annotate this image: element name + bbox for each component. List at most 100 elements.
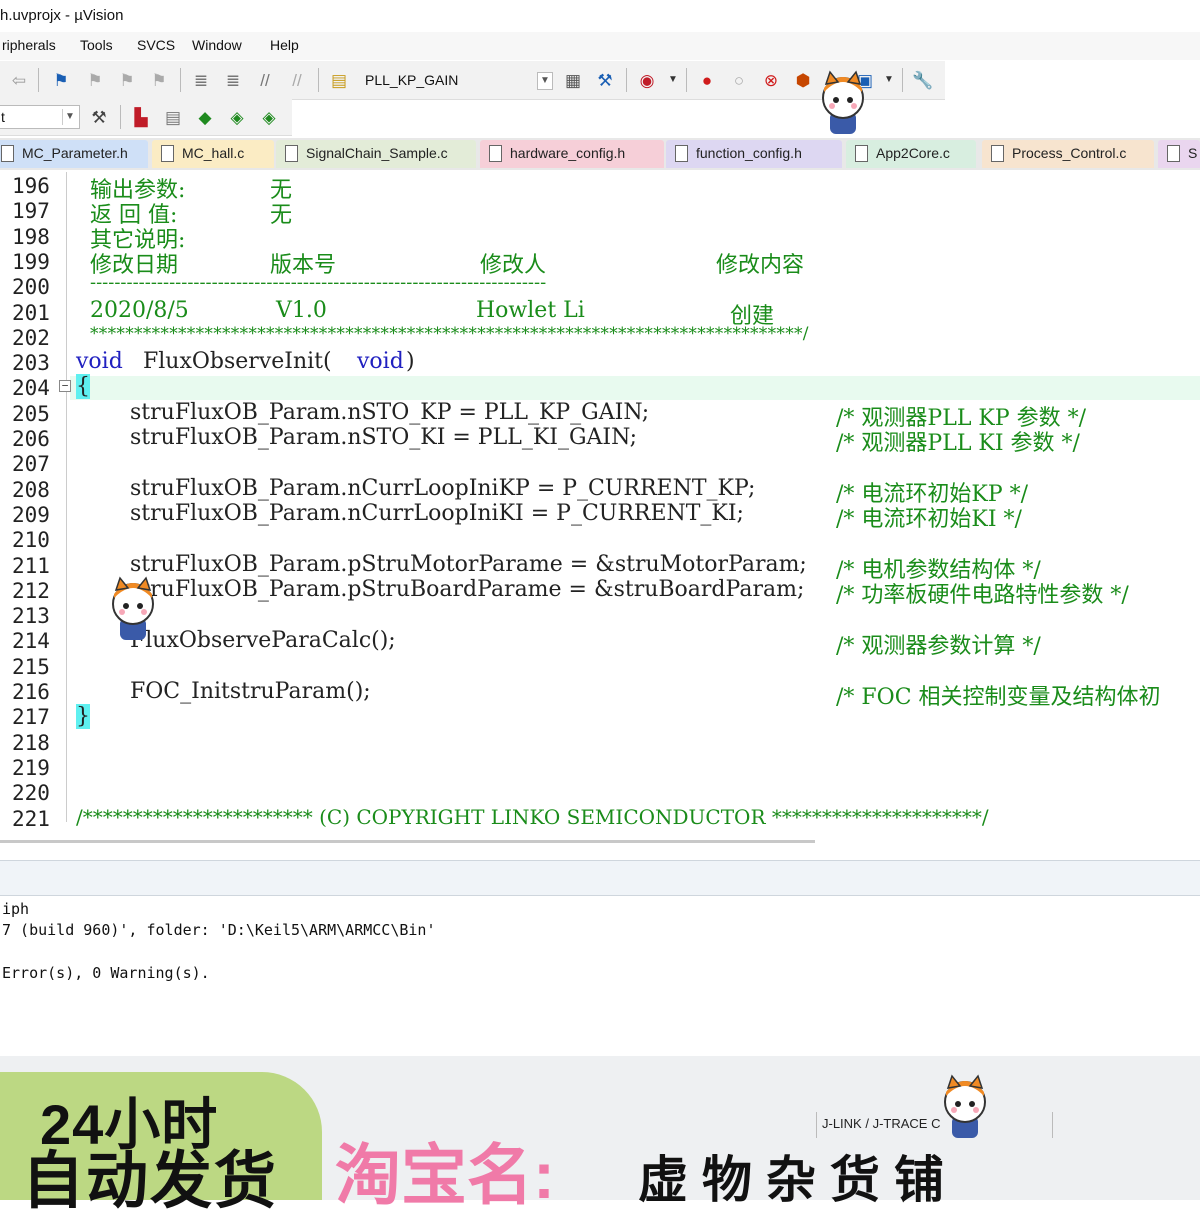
- line-number: 210: [12, 528, 50, 553]
- status-debugger: J-LINK / J-TRACE C: [822, 1116, 941, 1131]
- line-number: 211: [12, 553, 50, 578]
- line-number: 217: [12, 705, 50, 730]
- chevron-down-icon[interactable]: ▼: [662, 69, 684, 91]
- stmt-209: struFluxOB_Param.nCurrLoopIniKI = P_CURR…: [130, 501, 744, 526]
- line-number: 218: [12, 730, 50, 755]
- line-number: 198: [12, 224, 50, 249]
- prev-bookmark-icon[interactable]: ⚑: [84, 69, 106, 91]
- line-number: 212: [12, 578, 50, 603]
- line-number: 214: [12, 629, 50, 654]
- toolbar-separator: [180, 68, 181, 92]
- comment-214: /* 观测器参数计算 */: [836, 634, 1041, 659]
- menu-svcs[interactable]: SVCS: [137, 37, 175, 53]
- fold-gutter-line: [66, 172, 67, 822]
- toolbar-separator: [626, 68, 627, 92]
- incremental-find-icon[interactable]: ⚒: [594, 69, 616, 91]
- file-extensions-icon[interactable]: ▤: [162, 106, 184, 128]
- stmt-212: struFluxOB_Param.pStruBoardParame = &str…: [130, 577, 805, 602]
- tab-hardware-config[interactable]: hardware_config.h: [480, 140, 664, 168]
- tab-label: MC_Parameter.h: [22, 145, 128, 161]
- menu-window[interactable]: Window: [192, 37, 242, 53]
- line-number: 204: [12, 376, 50, 401]
- next-bookmark-icon[interactable]: ⚑: [116, 69, 138, 91]
- tab-mc-parameter[interactable]: MC_Parameter.h: [0, 140, 148, 168]
- line-number: 219: [12, 755, 50, 780]
- promo-badge-line2: 自动发货: [22, 1147, 279, 1216]
- debug-session-icon[interactable]: ◉: [636, 69, 658, 91]
- line-number: 201: [12, 300, 50, 325]
- function-name: FluxObserveInit(: [143, 349, 332, 374]
- line-number: 209: [12, 502, 50, 527]
- window-title: h.uvprojx - µVision: [0, 7, 124, 24]
- mascot-sticker-icon: [112, 576, 154, 640]
- wrench-icon[interactable]: 🔧: [912, 69, 934, 91]
- comment-icon[interactable]: //: [254, 69, 276, 91]
- chevron-down-icon[interactable]: ▼: [62, 109, 77, 125]
- menu-tools[interactable]: Tools: [80, 37, 113, 53]
- build-toolbar: ⇦ ⚑ ⚑ ⚑ ⚑ ≣ ≣ // // ▤ PLL_KP_GAIN ▼ ▦ ⚒ …: [0, 61, 945, 100]
- header-row-author: Howlet Li: [476, 298, 585, 323]
- target-combo[interactable]: PLL_KP_GAIN ▼: [356, 68, 556, 92]
- stmt-216: FOC_InitstruParam();: [130, 679, 371, 704]
- header-return-value: 无: [270, 203, 293, 228]
- horizontal-scrollbar[interactable]: [0, 840, 815, 843]
- line-number: 207: [12, 452, 50, 477]
- header-row-date: 2020/8/5: [90, 298, 189, 323]
- menu-bar: [0, 32, 1200, 60]
- unindent-icon[interactable]: ≣: [222, 69, 244, 91]
- select-target-combo[interactable]: t ▼: [0, 105, 80, 129]
- function-paren-close: ): [406, 349, 415, 374]
- status-separator: [1052, 1112, 1053, 1138]
- document-icon: [1, 145, 14, 162]
- line-number: 216: [12, 680, 50, 704]
- promo-shop-label: 淘宝名:: [335, 1138, 555, 1212]
- uncomment-icon[interactable]: //: [286, 69, 308, 91]
- tab-process-control[interactable]: Process_Control.c: [982, 140, 1154, 168]
- tab-mc-hall[interactable]: MC_hall.c: [152, 140, 274, 168]
- line-number: 202: [12, 325, 50, 350]
- toolbar-separator: [120, 105, 121, 129]
- stmt-211: struFluxOB_Param.pStruMotorParame = &str…: [130, 552, 807, 577]
- bookmark-icon[interactable]: ⚑: [50, 69, 72, 91]
- tab-signalchain-sample[interactable]: SignalChain_Sample.c: [276, 140, 476, 168]
- line-number: 205: [12, 401, 50, 426]
- back-arrow-icon[interactable]: ⇦: [8, 69, 30, 91]
- kill-breakpoints-icon[interactable]: ⊗: [760, 69, 782, 91]
- find-in-files-icon[interactable]: ▤: [328, 69, 350, 91]
- tab-function-config[interactable]: function_config.h: [666, 140, 842, 168]
- build-output-line-1: iph: [2, 900, 30, 918]
- chevron-down-icon[interactable]: ▼: [537, 72, 553, 90]
- indent-icon[interactable]: ≣: [190, 69, 212, 91]
- brace-close: }: [76, 704, 90, 729]
- tab-label: SignalChain_Sample.c: [306, 145, 448, 161]
- param-void: void: [357, 349, 404, 374]
- fold-toggle-icon[interactable]: −: [59, 380, 71, 392]
- options-for-target-icon[interactable]: ⚒: [88, 106, 110, 128]
- configure-icon[interactable]: ⬢: [792, 69, 814, 91]
- tab-label: function_config.h: [696, 145, 802, 161]
- comment-212: /* 功率板硬件电路特性参数 */: [836, 583, 1129, 608]
- line-number: 213: [12, 604, 50, 629]
- clear-bookmarks-icon[interactable]: ⚑: [148, 69, 170, 91]
- manage-project-icon[interactable]: ▙: [130, 106, 152, 128]
- toolbar-separator: [318, 68, 319, 92]
- disable-breakpoint-icon[interactable]: ○: [728, 69, 750, 91]
- pack-installer-icon[interactable]: ◆: [194, 106, 216, 128]
- menu-peripherals[interactable]: ripherals: [2, 37, 56, 53]
- tab-app2core[interactable]: App2Core.c: [846, 140, 976, 168]
- breakpoint-icon[interactable]: ●: [696, 69, 718, 91]
- comment-216: /* FOC 相关控制变量及结构体初: [836, 685, 1161, 710]
- comment-209: /* 电流环初始KI */: [836, 507, 1022, 532]
- status-separator: [816, 1112, 817, 1138]
- manage-runtime-icon[interactable]: ◈: [258, 106, 280, 128]
- panel-splitter[interactable]: [0, 860, 1200, 896]
- build-output-line-2: 7 (build 960)', folder: 'D:\Keil5\ARM\AR…: [2, 921, 436, 939]
- select-packs-icon[interactable]: ◈: [226, 106, 248, 128]
- stmt-214: FluxObserveParaCalc();: [130, 628, 396, 653]
- chevron-down-icon[interactable]: ▼: [878, 69, 900, 91]
- menu-help[interactable]: Help: [270, 37, 299, 53]
- line-number: 221: [12, 806, 50, 831]
- mascot-sticker-icon: [944, 1074, 986, 1138]
- tab-s[interactable]: S: [1158, 140, 1200, 168]
- find-icon[interactable]: ▦: [562, 69, 584, 91]
